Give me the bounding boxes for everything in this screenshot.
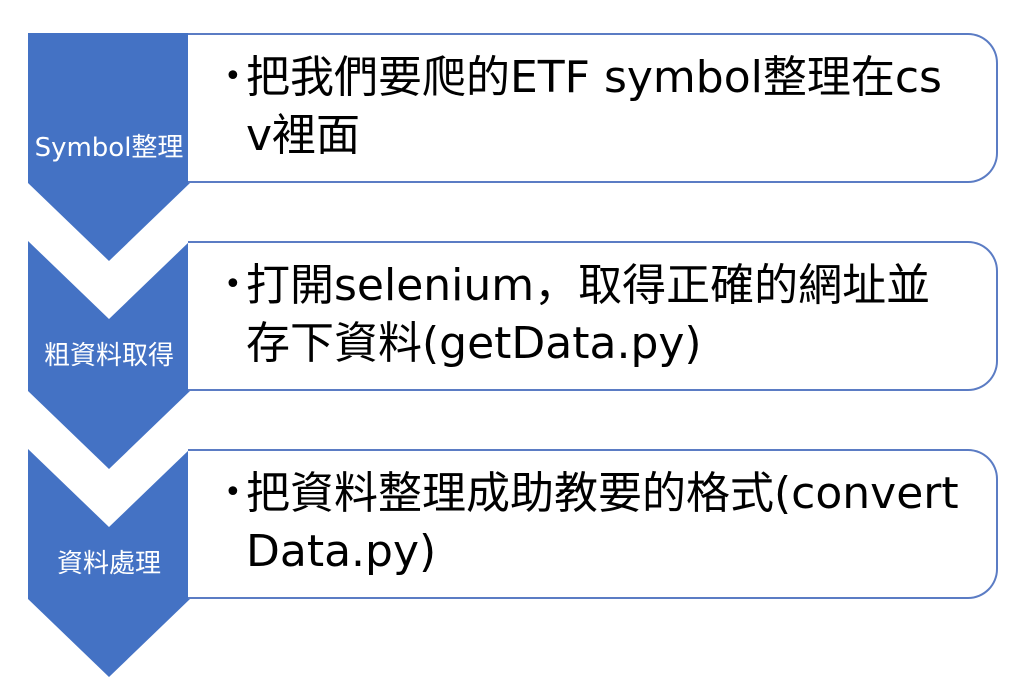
step-3-chevron: 資料處理 (0, 449, 220, 689)
step-1-label: Symbol整理 (34, 133, 184, 163)
step-1-chevron: Symbol整理 (0, 33, 220, 273)
bullet-icon: • (224, 475, 242, 510)
step-3-bullet-item: • 把資料整理成助教要的格式(convertData.py) (224, 465, 966, 581)
step-1-bullet-item: • 把我們要爬的ETF symbol整理在csv裡面 (224, 49, 966, 165)
step-2-label: 粗資料取得 (43, 341, 174, 371)
step-1-text: 把我們要爬的ETF symbol整理在csv裡面 (246, 52, 942, 161)
step-1-box: • 把我們要爬的ETF symbol整理在csv裡面 (188, 33, 998, 183)
step-2-bullet-item: • 打開selenium，取得正確的網址並存下資料(getData.py) (224, 257, 966, 373)
bullet-icon: • (224, 59, 242, 94)
step-3-text: 把資料整理成助教要的格式(convertData.py) (246, 468, 959, 577)
bullet-icon: • (224, 267, 242, 302)
step-2-chevron: 粗資料取得 (0, 241, 220, 481)
step-3-label: 資料處理 (56, 549, 161, 579)
step-3-box: • 把資料整理成助教要的格式(convertData.py) (188, 449, 998, 599)
step-2-box: • 打開selenium，取得正確的網址並存下資料(getData.py) (188, 241, 998, 391)
step-2-text: 打開selenium，取得正確的網址並存下資料(getData.py) (246, 260, 931, 369)
